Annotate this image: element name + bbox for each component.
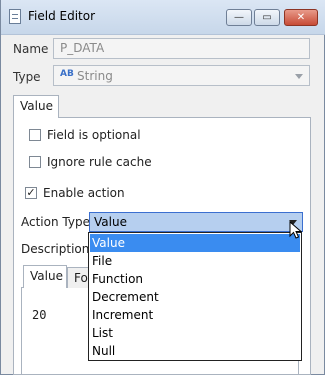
minimize-button[interactable]: —: [226, 9, 252, 26]
window-title: Field Editor: [28, 9, 96, 23]
action-type-label: Action Type: [21, 215, 90, 229]
dropdown-option[interactable]: Null: [90, 342, 300, 360]
type-select[interactable]: AB String: [53, 65, 310, 86]
dropdown-option[interactable]: Decrement: [90, 288, 300, 306]
type-select-value: String: [77, 69, 113, 83]
name-label: Name: [13, 42, 49, 56]
type-label: Type: [13, 70, 41, 84]
chevron-down-icon: [295, 74, 303, 79]
dropdown-option[interactable]: List: [90, 324, 300, 342]
document-icon: [9, 9, 21, 24]
value-text[interactable]: 20: [32, 308, 46, 322]
mouse-cursor-icon: [289, 221, 303, 239]
enable-action-box[interactable]: ✓: [25, 187, 37, 199]
tab-inner-value[interactable]: Value: [23, 265, 67, 288]
field-optional-label: Field is optional: [47, 128, 141, 142]
tab-value[interactable]: Value: [13, 95, 59, 118]
close-button[interactable]: ✕: [284, 9, 318, 26]
title-bar[interactable]: Field Editor — ▭ ✕: [1, 0, 325, 35]
action-type-select[interactable]: Value: [89, 212, 303, 232]
action-type-dropdown[interactable]: Value File Function Decrement Increment …: [88, 232, 302, 361]
field-optional-box[interactable]: [29, 129, 41, 141]
name-field-value: P_DATA: [60, 41, 105, 55]
maximize-button[interactable]: ▭: [254, 9, 280, 26]
string-type-icon: AB: [60, 69, 74, 79]
tab-value-label: Value: [20, 99, 53, 113]
dropdown-option[interactable]: Function: [90, 270, 300, 288]
dropdown-option[interactable]: Value: [90, 234, 300, 252]
ignore-cache-box[interactable]: [29, 156, 41, 168]
enable-action-label: Enable action: [43, 186, 125, 200]
description-label: Description: [21, 242, 90, 256]
tab-inner-value-label: Value: [30, 269, 63, 283]
dropdown-option[interactable]: Increment: [90, 306, 300, 324]
action-type-value: Value: [94, 215, 127, 229]
name-field[interactable]: P_DATA: [53, 38, 310, 59]
ignore-cache-label: Ignore rule cache: [47, 155, 152, 169]
dropdown-option[interactable]: File: [90, 252, 300, 270]
